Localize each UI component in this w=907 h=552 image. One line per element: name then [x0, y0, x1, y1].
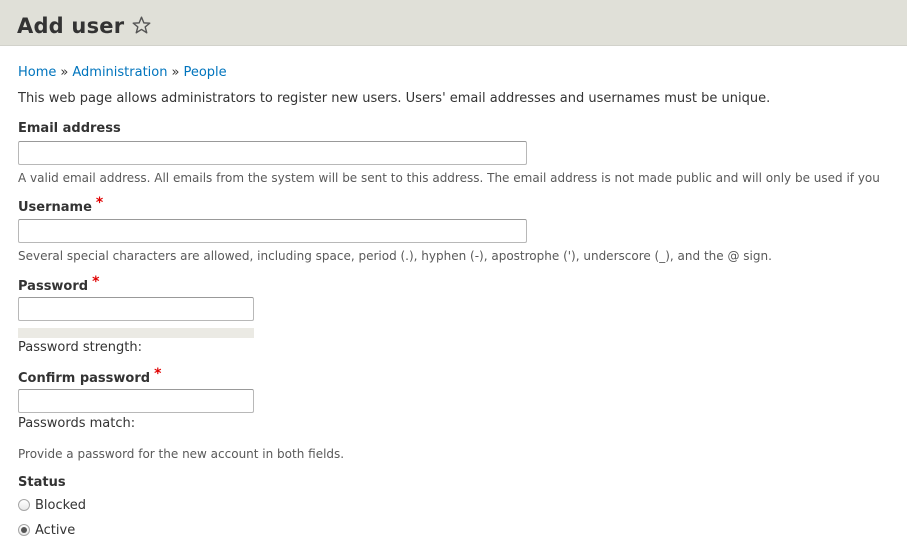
username-field[interactable] — [18, 219, 527, 243]
page-header: Add user — [0, 0, 907, 46]
status-option-label: Active — [35, 523, 76, 538]
breadcrumb-separator: » — [171, 65, 180, 80]
breadcrumb-home-link[interactable]: Home — [18, 65, 56, 80]
radio-button[interactable] — [18, 498, 30, 511]
password-label-text: Password — [18, 279, 89, 294]
breadcrumb-separator: » — [60, 65, 69, 80]
confirm-password-label-text: Confirm password — [18, 371, 151, 386]
breadcrumb: Home» Administration» People — [18, 64, 227, 82]
username-label-text: Username — [18, 200, 92, 215]
status-label: Status — [18, 475, 66, 490]
password-label: Password * — [18, 274, 100, 296]
password-description: Provide a password for the new account i… — [18, 447, 345, 461]
required-marker: * — [154, 366, 162, 382]
status-option-blocked[interactable]: Blocked — [18, 497, 86, 515]
password-strength-bar — [18, 328, 254, 338]
required-marker: * — [95, 195, 104, 211]
email-description: A valid email address. All emails from t… — [18, 171, 880, 185]
confirm-password-field[interactable] — [18, 389, 254, 413]
star-icon[interactable] — [131, 15, 152, 36]
status-option-active[interactable]: Active — [18, 522, 75, 540]
password-field[interactable] — [18, 297, 254, 321]
email-field[interactable] — [18, 141, 527, 165]
email-label: Email address — [18, 121, 121, 136]
password-strength-label: Password strength: — [18, 340, 142, 355]
username-description: Several special characters are allowed, … — [18, 249, 772, 263]
breadcrumb-people-link[interactable]: People — [183, 65, 226, 80]
intro-text: This web page allows administrators to r… — [18, 91, 771, 106]
radio-button[interactable] — [18, 523, 30, 536]
page-title: Add user — [17, 14, 125, 38]
confirm-password-label: Confirm password * — [18, 366, 162, 388]
breadcrumb-administration-link[interactable]: Administration — [72, 65, 167, 80]
status-option-label: Blocked — [35, 498, 86, 513]
passwords-match-label: Passwords match: — [18, 416, 136, 431]
required-marker: * — [92, 274, 100, 290]
username-label: Username * — [18, 195, 104, 217]
